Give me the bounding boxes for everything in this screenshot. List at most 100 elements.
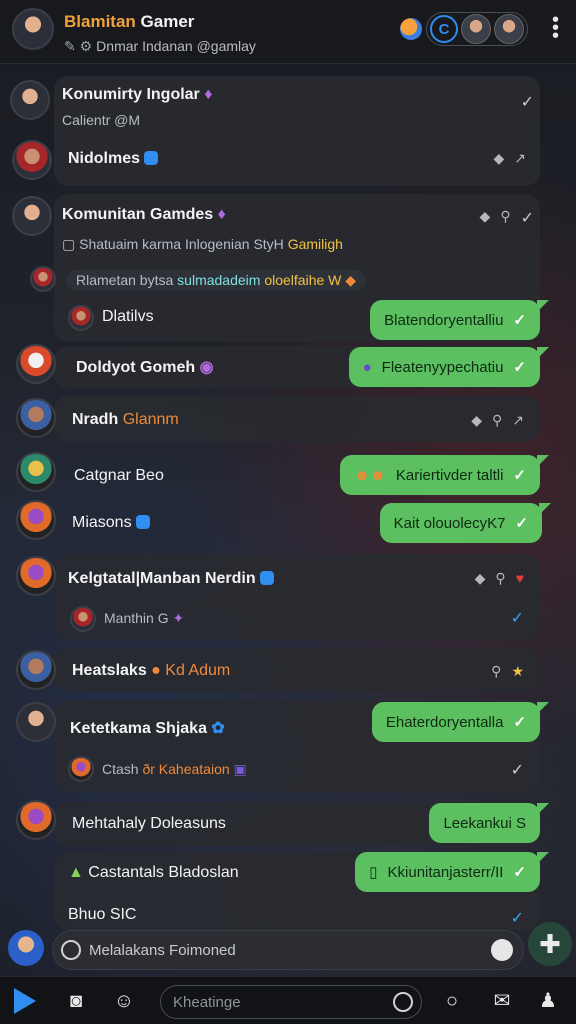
avatar	[16, 452, 56, 492]
chat-name: Doldyot Gomeh ◉	[76, 359, 214, 376]
new-chat-button[interactable]: ✚	[528, 922, 572, 966]
sticker-icon[interactable]: ☺	[112, 989, 136, 1013]
avatar	[461, 14, 491, 44]
avatar	[10, 80, 50, 120]
chat-name: ▲ Castantals Bladoslan	[68, 864, 239, 881]
chat-name: Nradh Glannm	[72, 411, 179, 428]
avatar	[16, 398, 56, 438]
emoji-icon: ☻☻	[354, 466, 386, 484]
more-menu-icon[interactable]: • • •	[552, 10, 559, 46]
check-icon: ✓	[520, 94, 534, 111]
avatar	[12, 196, 52, 236]
sticker-icon[interactable]	[400, 18, 422, 40]
message-bubble[interactable]: ☻☻ Kariertivder taltli ✓	[340, 455, 549, 495]
check-icon: ✓	[513, 467, 526, 484]
chat-icon[interactable]: ✉	[490, 989, 514, 1013]
message-bubble[interactable]: Ehaterdoryentalla ✓	[371, 702, 550, 742]
avatar	[12, 140, 52, 180]
message-bubble[interactable]: ● Fleatenyypechatiu ✓	[348, 347, 550, 387]
arrow-icon: ↗	[514, 150, 526, 166]
check-icon: ✓	[510, 762, 524, 779]
check-icon: ✓	[520, 210, 534, 227]
search-placeholder: Kheatinge	[173, 994, 241, 1011]
app-header: Blamitan Gamer ✎ ⚙ Dnmar Indanan @gamlay …	[0, 0, 576, 64]
emoji-icon[interactable]	[61, 940, 81, 960]
game-icon: ▲	[68, 864, 84, 881]
participants-pill[interactable]: C	[426, 12, 528, 46]
message-bubble[interactable]: ▯ Kkiunitanjasterr/II ✓	[355, 852, 549, 892]
avatar	[16, 500, 56, 540]
c-icon: C	[430, 15, 458, 43]
bottom-nav: ◙ ☺ Kheatinge ○ ✉ ♟	[0, 976, 576, 1024]
avatar	[30, 266, 56, 292]
tag-icon: ◆	[471, 412, 482, 428]
chat-name: Konumirty Ingolar ♦	[62, 86, 213, 103]
badge-icon	[135, 515, 150, 529]
header-subtitle: ✎ ⚙ Dnmar Indanan @gamlay	[64, 38, 256, 54]
emoji-icon[interactable]	[393, 992, 413, 1012]
chat-meta: ◆ ⚲ ↗	[471, 412, 524, 429]
avatar	[16, 650, 56, 690]
chat-preview: Ctash ðr Kaheataion ▣	[102, 761, 247, 777]
attach-icon[interactable]	[491, 939, 513, 961]
camera-icon[interactable]: ◙	[64, 989, 88, 1013]
profile-avatar[interactable]	[12, 8, 54, 50]
link-icon: ⚲	[492, 412, 503, 428]
search-icon[interactable]: ○	[440, 989, 464, 1013]
chat-preview: Manthin G ✦	[104, 610, 185, 626]
avatar	[68, 305, 94, 331]
link-icon: ⚲	[491, 663, 502, 679]
chat-name: Heatslaks ● Kd Adum	[72, 662, 231, 679]
contacts-icon[interactable]: ♟	[536, 989, 560, 1013]
chat-meta: ⚲ ★	[491, 663, 524, 680]
edit-icon: ✎ ⚙	[64, 38, 93, 54]
check-icon: ✓	[513, 714, 526, 731]
message-input[interactable]: Melalakans Foimoned	[52, 930, 524, 970]
message-bubble[interactable]: Kait olouolecyK7 ✓	[379, 503, 552, 543]
chat-meta: ◆ ⚲ ✓	[480, 208, 534, 228]
message-bubble[interactable]: Leekankui S	[429, 803, 549, 843]
search-input[interactable]: Kheatinge	[160, 985, 422, 1019]
chat-preview: Rlametan bytsa sulmadadeim oloelfaihe W …	[66, 270, 367, 291]
chat-name: Dlatilvs	[102, 308, 154, 325]
check-icon: ✓	[510, 910, 524, 927]
chat-meta: ✓	[521, 92, 534, 112]
message-bubble[interactable]: Blatendoryentalliu ✓	[370, 300, 549, 340]
list-item[interactable]	[54, 554, 540, 640]
chat-meta: ✓	[511, 908, 524, 928]
chat-name: Komunitan Gamdes ♦	[62, 206, 226, 223]
chat-name: Nidolmes	[68, 150, 159, 168]
avatar	[16, 702, 56, 742]
chat-meta: ◆ ⚲ ♥	[475, 570, 524, 587]
avatar	[16, 556, 56, 596]
message-placeholder: Melalakans Foimoned	[89, 942, 236, 959]
play-icon[interactable]	[14, 988, 36, 1014]
chat-name: Catgnar Beo	[74, 467, 164, 484]
star-icon: ★	[511, 663, 524, 679]
check-icon: ✓	[513, 312, 526, 329]
doc-icon: ▯	[369, 864, 378, 881]
check-icon: ✓	[515, 515, 528, 532]
chat-preview: ▢ Shatuaim karma Inlogenian StyH Gamilig…	[62, 236, 343, 252]
chat-preview: Calientr @M	[62, 112, 141, 128]
chat-name: Mehtahaly Doleasuns	[72, 815, 226, 832]
chat-meta: ✓	[511, 760, 524, 780]
chat-name: Bhuo SIC	[68, 906, 137, 923]
avatar	[8, 930, 44, 966]
check-icon: ✓	[510, 610, 524, 627]
check-icon: ✓	[513, 864, 526, 881]
avatar	[70, 606, 96, 632]
check-icon: ✓	[513, 359, 526, 376]
chat-meta: ✓	[511, 608, 524, 628]
avatar	[494, 14, 524, 44]
tag-icon: ◆	[474, 570, 486, 586]
tag-icon: ◆	[493, 150, 505, 166]
avatar	[68, 756, 94, 782]
badge-icon	[259, 571, 274, 585]
chat-name: Ketetkama Shjaka ✿	[70, 720, 225, 737]
page-title: Blamitan Gamer	[64, 12, 195, 31]
chat-name: Kelgtatal|Manban Nerdin	[68, 570, 274, 588]
heart-icon: ♥	[515, 570, 524, 586]
chat-name: Miasons	[72, 514, 150, 532]
link-icon: ⚲	[500, 208, 511, 224]
